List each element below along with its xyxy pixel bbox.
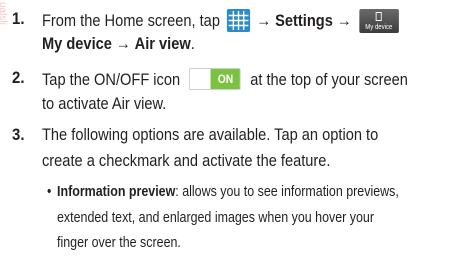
step-3-number: 3. — [12, 125, 25, 144]
option-bullet: • — [47, 183, 52, 200]
my-device-icon: My device — [359, 9, 399, 33]
option-information-preview-line-1: Information preview: allows you to see i… — [57, 183, 399, 201]
step-2-number: 2. — [12, 68, 25, 87]
step-1-period: . — [190, 34, 195, 53]
device-shape — [375, 12, 382, 21]
settings-label: Settings — [275, 11, 333, 30]
on-off-toggle-icon: ON — [189, 68, 241, 90]
apps-grid-icon-svg — [228, 11, 249, 30]
arrow-icon: → — [256, 11, 272, 30]
step-1-line-2: My device → Air view. — [42, 34, 195, 54]
step-3-line-2: create a checkmark and activate the feat… — [42, 151, 331, 170]
apps-grid-icon — [226, 9, 250, 32]
option-title: Information preview — [57, 183, 176, 200]
step-1-number: 1. — [12, 9, 25, 28]
option-desc-line-1: : allows you to see information previews… — [175, 183, 399, 200]
option-desc-line-3: finger over the screen. — [57, 234, 181, 251]
arrow-icon: → — [336, 11, 352, 30]
my-device-label: My device — [42, 34, 112, 53]
manual-page: ualsli 1. From the Home screen, tap → Se… — [0, 0, 472, 267]
air-view-label: Air view — [134, 34, 191, 53]
watermark: ualsli — [0, 2, 8, 25]
step-2-line-2: to activate Air view. — [42, 94, 167, 113]
step-2-prefix: Tap the ON/OFF icon — [42, 70, 181, 89]
arrow-icon: → — [115, 34, 131, 53]
step-3-line-1: The following options are available. Tap… — [42, 125, 379, 144]
toggle-on-label: ON — [210, 69, 241, 89]
step-2-suffix: at the top of your screen — [250, 70, 408, 89]
step-1-prefix: From the Home screen, tap — [42, 11, 220, 30]
step-1-line-1: From the Home screen, tap → Settings → M… — [42, 9, 399, 33]
step-2-line-1: Tap the ON/OFF icon ON at the top of you… — [42, 68, 408, 90]
option-desc-line-2: extended text, and enlarged images when … — [57, 209, 374, 226]
my-device-icon-label: My device — [365, 24, 393, 31]
